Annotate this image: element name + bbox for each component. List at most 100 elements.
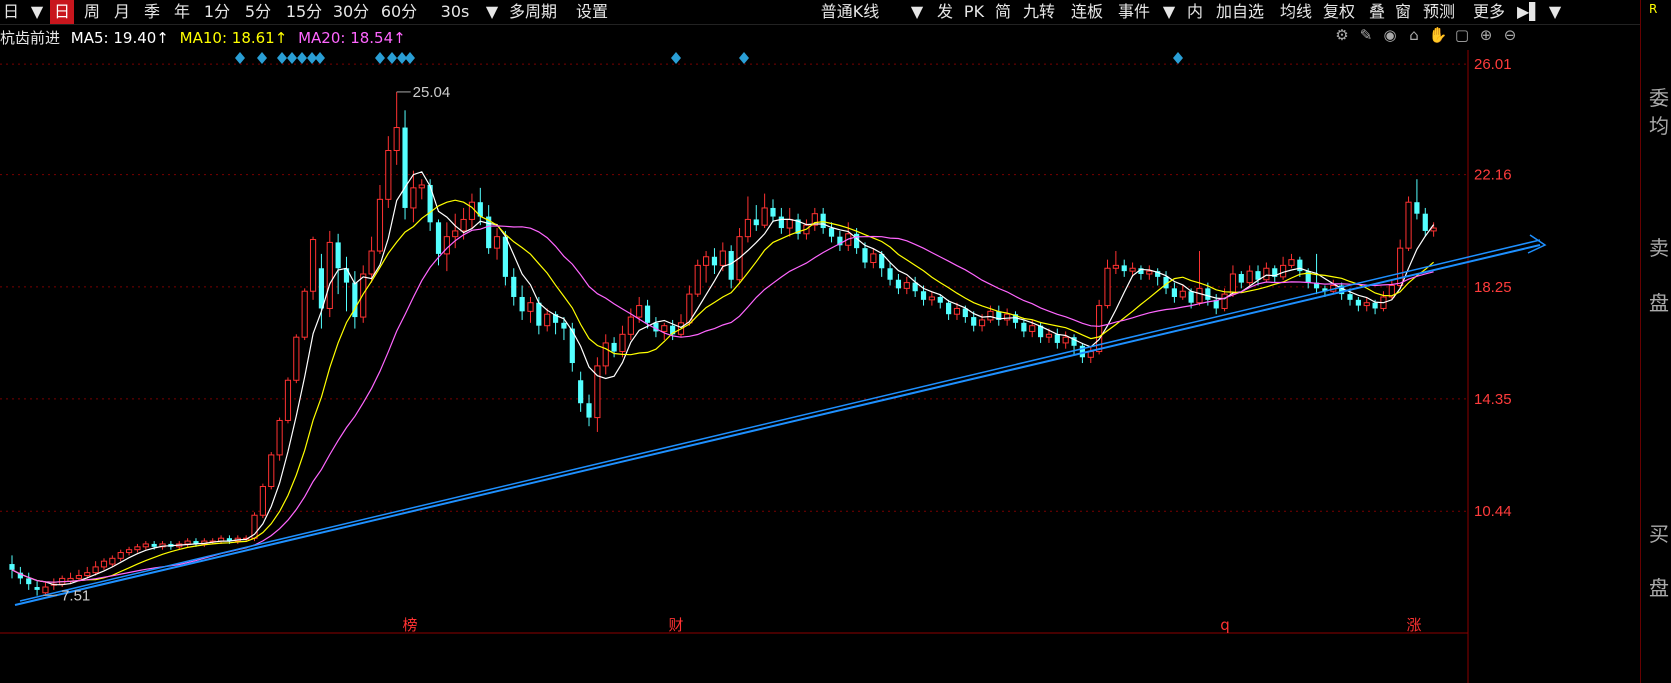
bottom-marker-1: 财: [668, 616, 683, 634]
candle-body-72: [611, 342, 617, 352]
candle-body-152: [1280, 264, 1287, 278]
candle-body-54: [460, 218, 467, 232]
side-label-1[interactable]: 委: [1649, 82, 1669, 111]
candle-body-146: [1229, 273, 1237, 295]
candle-body-103: [870, 253, 877, 264]
toolbar-item-29[interactable]: 叠: [1367, 0, 1387, 24]
side-label-5[interactable]: 买: [1649, 518, 1669, 547]
candle-body-169: [1422, 213, 1428, 231]
candle-body-69: [586, 403, 592, 418]
candle-body-33: [284, 379, 292, 421]
chart-tools: ⚙ ✎ ◉ ⌂ ✋ ▢ ⊕ ⊖: [1330, 26, 1522, 50]
toolbar-item-31[interactable]: 预测: [1420, 0, 1458, 24]
ma20-line: [11, 225, 1434, 583]
candle-body-153: [1288, 259, 1295, 266]
candle-body-124: [1045, 333, 1053, 338]
toolbar-item-34[interactable]: ▼: [1548, 0, 1562, 24]
side-label-4[interactable]: 盘: [1649, 287, 1669, 316]
toolbar-item-5[interactable]: 季: [140, 0, 164, 24]
candle-body-111: [937, 296, 943, 303]
tool-icon-5[interactable]: ▢: [1450, 26, 1474, 44]
toolbar-item-10[interactable]: 30分: [332, 0, 370, 24]
candle-body-0: [9, 564, 15, 570]
toolbar-item-23[interactable]: 事件: [1115, 0, 1153, 24]
candle-body-12: [109, 557, 116, 565]
toolbar-item-21[interactable]: 九转: [1020, 0, 1058, 24]
toolbar-item-11[interactable]: 60分: [380, 0, 418, 24]
candle-body-121: [1021, 322, 1027, 332]
candle-body-170: [1430, 227, 1437, 232]
side-label-3[interactable]: 卖: [1649, 232, 1669, 261]
toolbar-item-30[interactable]: 窗: [1393, 0, 1413, 24]
toolbar-item-14[interactable]: 多周期: [505, 0, 561, 24]
candle-body-38: [326, 241, 333, 309]
candle-body-145: [1221, 293, 1228, 309]
min-label: 7.51: [61, 587, 90, 604]
toolbar-item-20[interactable]: 简: [993, 0, 1013, 24]
candle-body-42: [360, 273, 367, 318]
tool-icon-6[interactable]: ⊕: [1474, 26, 1498, 44]
candle-body-163: [1372, 302, 1378, 309]
toolbar-item-13[interactable]: ▼: [485, 0, 499, 24]
candle-body-30: [259, 486, 266, 516]
candle-body-4: [42, 586, 49, 594]
toolbar-item-7[interactable]: 1分: [202, 0, 232, 24]
toolbar-item-19[interactable]: PK: [962, 0, 986, 24]
toolbar-item-18[interactable]: 发: [935, 0, 955, 24]
candle-body-55: [468, 201, 476, 220]
toolbar-item-25[interactable]: 内: [1185, 0, 1205, 24]
candle-body-78: [661, 325, 668, 332]
side-label-0[interactable]: R: [1649, 2, 1657, 16]
toolbar-item-22[interactable]: 连板: [1068, 0, 1106, 24]
side-label-2[interactable]: 均: [1649, 110, 1669, 139]
candle-body-113: [953, 307, 961, 315]
candle-body-107: [903, 282, 910, 289]
toolbar-item-3[interactable]: 周: [80, 0, 104, 24]
tool-icon-3[interactable]: ⌂: [1402, 26, 1426, 44]
toolbar-item-6[interactable]: 年: [170, 0, 194, 24]
candle-body-73: [619, 333, 626, 353]
candle-body-21: [184, 540, 191, 545]
toolbar-item-33[interactable]: ▶▌: [1517, 0, 1542, 24]
tool-icon-4[interactable]: ✋: [1426, 26, 1450, 44]
ma5-value: MA5: 19.40↑: [70, 29, 169, 47]
event-diamond-10: [405, 52, 415, 64]
toolbar-item-8[interactable]: 5分: [243, 0, 273, 24]
toolbar-item-1[interactable]: ▼: [30, 0, 44, 24]
tool-icon-1[interactable]: ✎: [1354, 26, 1378, 44]
candle-body-142: [1196, 287, 1203, 304]
toolbar-item-9[interactable]: 15分: [285, 0, 323, 24]
candle-body-136: [1146, 270, 1153, 275]
candle-body-76: [644, 305, 651, 323]
candle-body-98: [828, 228, 835, 237]
tool-icon-7[interactable]: ⊖: [1498, 26, 1522, 44]
candle-body-32: [276, 419, 283, 456]
candle-body-63: [536, 302, 542, 326]
toolbar-item-28[interactable]: 复权: [1320, 0, 1358, 24]
toolbar-item-4[interactable]: 月: [110, 0, 134, 24]
bottom-marker-3: 涨: [1406, 616, 1421, 634]
toolbar-item-27[interactable]: 均线: [1277, 0, 1315, 24]
toolbar-item-32[interactable]: 更多: [1470, 0, 1508, 24]
toolbar-item-2[interactable]: 日: [50, 0, 74, 24]
tool-icon-2[interactable]: ◉: [1378, 26, 1402, 44]
tool-icon-0[interactable]: ⚙: [1330, 26, 1354, 44]
event-diamond-12: [739, 52, 749, 64]
toolbar-item-0[interactable]: 日: [0, 0, 22, 24]
candle-body-71: [602, 342, 609, 367]
candle-body-10: [92, 566, 99, 574]
toolbar-item-24[interactable]: ▼: [1162, 0, 1176, 24]
candle-body-58: [493, 236, 501, 249]
toolbar-item-15[interactable]: 设置: [572, 0, 612, 24]
toolbar-item-26[interactable]: 加自选: [1212, 0, 1268, 24]
toolbar-item-16[interactable]: 普通K线: [815, 0, 885, 24]
toolbar-item-12[interactable]: 30s: [440, 0, 470, 24]
candle-body-105: [887, 268, 893, 280]
toolbar-item-17[interactable]: ▼: [910, 0, 924, 24]
candle-body-37: [318, 268, 325, 309]
side-label-6[interactable]: 盘: [1649, 572, 1669, 601]
candle-body-39: [335, 242, 341, 269]
candle-body-162: [1363, 302, 1370, 307]
event-diamond-11: [671, 52, 681, 64]
max-label: 25.04: [413, 84, 451, 101]
